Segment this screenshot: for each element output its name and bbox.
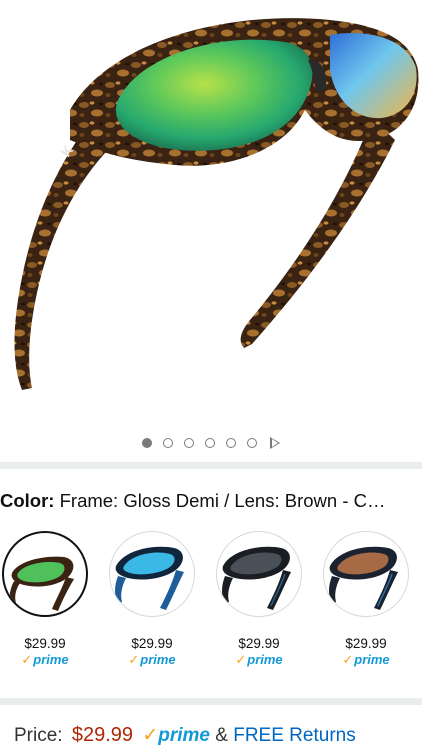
- prime-check-icon: ✓: [235, 652, 247, 667]
- variant-price: $29.99: [24, 636, 66, 651]
- variant-swatch[interactable]: [216, 531, 302, 617]
- price-amount: $29.99: [71, 724, 134, 746]
- variant-swatch[interactable]: [109, 531, 195, 617]
- carousel-dot-6[interactable]: [247, 438, 257, 448]
- price-row: Price: $29.99 ✓prime & FREE Returns: [14, 724, 422, 747]
- carousel-dot-3[interactable]: [184, 438, 194, 448]
- variant-list: $29.99 ✓prime $29.99 ✓prime $29.99 ✓prim…: [0, 531, 422, 671]
- section-divider: [0, 462, 422, 469]
- color-value: Frame: Gloss Demi / Lens: Brown - C…: [59, 490, 386, 511]
- variant-option[interactable]: $29.99 ✓prime: [323, 531, 413, 668]
- sunglasses-illustration: K: [14, 18, 419, 390]
- variant-prime-badge: ✓prime: [342, 652, 390, 667]
- prime-check-icon: ✓: [21, 652, 33, 667]
- carousel-dot-5[interactable]: [226, 438, 236, 448]
- prime-check-icon: ✓: [128, 652, 140, 667]
- variant-option[interactable]: $29.99 ✓prime: [216, 531, 306, 668]
- prime-check-icon: ✓: [142, 725, 159, 746]
- variant-price: $29.99: [238, 636, 280, 651]
- variant-swatch[interactable]: [323, 531, 409, 617]
- image-carousel-indicator[interactable]: [0, 435, 422, 451]
- play-arrow-icon[interactable]: [270, 437, 280, 449]
- price-connector: &: [215, 725, 228, 746]
- carousel-dot-1[interactable]: [142, 438, 152, 448]
- variant-prime-badge: ✓prime: [21, 652, 69, 667]
- color-label: Color:: [0, 490, 55, 511]
- variant-option[interactable]: $29.99 ✓prime: [2, 531, 92, 668]
- product-image[interactable]: K: [0, 0, 422, 420]
- variant-price: $29.99: [345, 636, 387, 651]
- variant-option[interactable]: $29.99 ✓prime: [109, 531, 199, 668]
- price-label: Price:: [14, 725, 63, 746]
- carousel-dot-4[interactable]: [205, 438, 215, 448]
- free-returns-link[interactable]: FREE Returns: [233, 725, 355, 746]
- carousel-dot-2[interactable]: [163, 438, 173, 448]
- variant-swatch-selected[interactable]: [2, 531, 88, 617]
- color-selector-label: Color: Frame: Gloss Demi / Lens: Brown -…: [0, 490, 422, 512]
- variant-prime-badge: ✓prime: [235, 652, 283, 667]
- section-divider: [0, 698, 422, 705]
- variant-prime-badge: ✓prime: [128, 652, 176, 667]
- variant-price: $29.99: [131, 636, 173, 651]
- prime-check-icon: ✓: [342, 652, 354, 667]
- prime-badge[interactable]: ✓prime: [142, 725, 210, 746]
